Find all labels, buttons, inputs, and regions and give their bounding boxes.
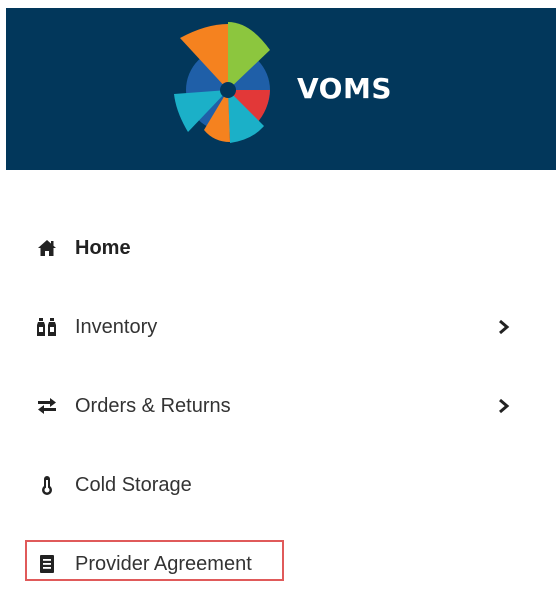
chevron-right-icon[interactable] (496, 395, 512, 417)
nav-label-inventory: Inventory (75, 316, 158, 338)
thermometer-icon (36, 474, 58, 496)
nav-label-orders-returns: Orders & Returns (75, 395, 231, 417)
nav-item-inventory[interactable]: Inventory (0, 297, 556, 357)
chevron-right-icon[interactable] (496, 316, 512, 338)
nav-label-cold-storage: Cold Storage (75, 474, 192, 496)
home-icon (36, 237, 58, 259)
brand-name: VOMS (297, 72, 393, 105)
nav-item-cold-storage[interactable]: Cold Storage (0, 455, 556, 515)
app-window: VOMS Home Inventory Orders & Returns Col… (0, 0, 556, 598)
nav-item-orders-returns[interactable]: Orders & Returns (0, 376, 556, 436)
sidebar-nav: Home Inventory Orders & Returns Cold Sto… (0, 170, 556, 598)
nav-item-home[interactable]: Home (0, 218, 556, 278)
provider-agreement-highlight-box (25, 540, 284, 581)
header-banner: VOMS (6, 8, 556, 170)
bottles-icon (36, 316, 58, 338)
nav-label-home: Home (75, 237, 131, 259)
voms-logo-icon[interactable] (166, 16, 290, 146)
exchange-icon (36, 395, 58, 417)
